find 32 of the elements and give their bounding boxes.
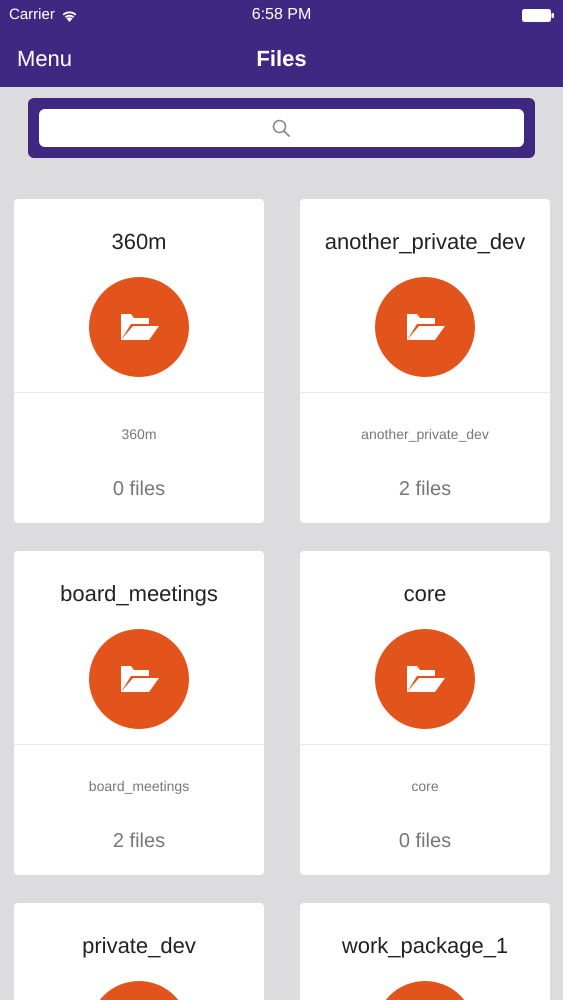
page-title: Files bbox=[256, 45, 307, 73]
folder-icon bbox=[405, 312, 445, 342]
battery-icon bbox=[522, 8, 554, 22]
folder-title: 360m bbox=[111, 228, 167, 256]
folder-card[interactable]: private_dev bbox=[14, 903, 264, 1000]
file-count: 0 files bbox=[112, 477, 166, 502]
folder-card[interactable]: work_package_1 bbox=[300, 903, 550, 1000]
folder-icon bbox=[405, 664, 445, 694]
file-count: 2 files bbox=[398, 477, 452, 502]
folder-card[interactable]: 360m 360m 0 files bbox=[14, 199, 264, 523]
folder-card[interactable]: core core 0 files bbox=[300, 551, 550, 875]
menu-button[interactable]: Menu bbox=[17, 42, 72, 75]
wifi-icon bbox=[60, 8, 78, 22]
folder-name: core bbox=[411, 777, 439, 796]
carrier-label: Carrier bbox=[9, 4, 55, 25]
file-count: 2 files bbox=[112, 829, 166, 854]
folder-title: board_meetings bbox=[60, 580, 218, 608]
folder-icon bbox=[119, 664, 159, 694]
clock-label: 6:58 PM bbox=[252, 5, 312, 25]
file-count: 0 files bbox=[398, 829, 452, 854]
folder-title: private_dev bbox=[82, 932, 196, 960]
search-field[interactable] bbox=[39, 109, 524, 147]
folder-card[interactable]: board_meetings board_meetings 2 files bbox=[14, 551, 264, 875]
folder-title: core bbox=[404, 580, 446, 608]
folder-icon bbox=[119, 312, 159, 342]
search-icon bbox=[272, 118, 291, 138]
folder-card[interactable]: another_private_dev another_private_dev 2 files bbox=[300, 199, 550, 523]
folder-name: 360m bbox=[121, 425, 157, 444]
folder-name: board_meetings bbox=[88, 777, 190, 796]
folder-name: another_private_dev bbox=[361, 425, 489, 444]
folder-title: another_private_dev bbox=[324, 228, 526, 256]
folder-title: work_package_1 bbox=[342, 932, 508, 960]
